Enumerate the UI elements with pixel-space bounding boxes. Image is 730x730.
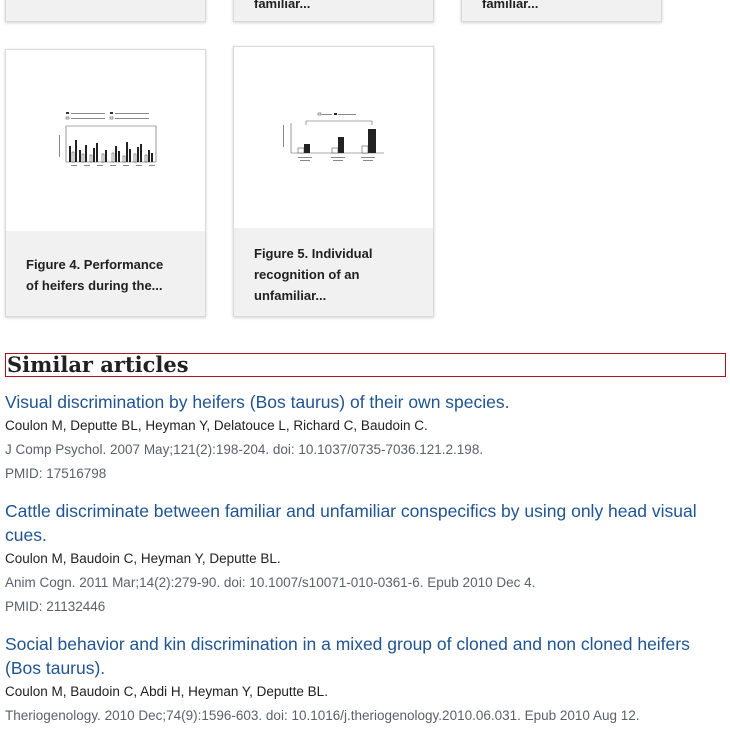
article-title-link[interactable]: Visual discrimination by heifers (Bos ta… bbox=[5, 390, 720, 414]
article-pmid: PMID: 21132446 bbox=[5, 599, 106, 614]
figure-caption[interactable]: Figure 5. Individual recognition of an u… bbox=[254, 243, 372, 306]
figure-card-5[interactable]: Figure 5. Individual recognition of an u… bbox=[233, 46, 434, 317]
figure-card-4[interactable]: Figure 4. Performance of heifers during … bbox=[5, 49, 206, 317]
article-citation: J Comp Psychol. 2007 May;121(2):198-204.… bbox=[5, 442, 484, 457]
figure-thumbnail[interactable] bbox=[234, 47, 433, 228]
bar-chart-thumbnail-image bbox=[283, 112, 384, 161]
similar-article-item: Social behavior and kin discrimination i… bbox=[5, 632, 720, 728]
article-authors: Coulon M, Baudoin C, Abdi H, Heyman Y, D… bbox=[5, 684, 328, 699]
figure-caption[interactable]: Figure 4. Performance of heifers during … bbox=[26, 254, 163, 296]
article-title-link[interactable]: Cattle discriminate between familiar and… bbox=[5, 499, 720, 547]
article-citation: Anim Cogn. 2011 Mar;14(2):279-90. doi: 1… bbox=[5, 575, 536, 590]
figure-caption: familiar... bbox=[482, 0, 539, 11]
similar-articles-heading: Similar articles bbox=[7, 352, 189, 377]
article-pmid: PMID: 17516798 bbox=[5, 466, 107, 481]
article-authors: Coulon M, Deputte BL, Heyman Y, Delatouc… bbox=[5, 418, 428, 433]
bar-chart-thumbnail-image bbox=[59, 112, 157, 166]
figure-card-1[interactable] bbox=[5, 0, 206, 22]
figure-card-3[interactable]: familiar... bbox=[461, 0, 662, 22]
figure-card-2[interactable]: familiar... bbox=[233, 0, 434, 22]
figure-thumbnail[interactable] bbox=[6, 50, 205, 231]
article-title-link[interactable]: Social behavior and kin discrimination i… bbox=[5, 632, 720, 680]
article-authors: Coulon M, Baudoin C, Heyman Y, Deputte B… bbox=[5, 551, 281, 566]
similar-article-item: Visual discrimination by heifers (Bos ta… bbox=[5, 390, 720, 486]
similar-article-item: Cattle discriminate between familiar and… bbox=[5, 499, 720, 619]
figure-caption: familiar... bbox=[254, 0, 311, 11]
similar-articles-section-header: Similar articles bbox=[5, 353, 726, 377]
article-citation: Theriogenology. 2010 Dec;74(9):1596-603.… bbox=[5, 708, 640, 723]
